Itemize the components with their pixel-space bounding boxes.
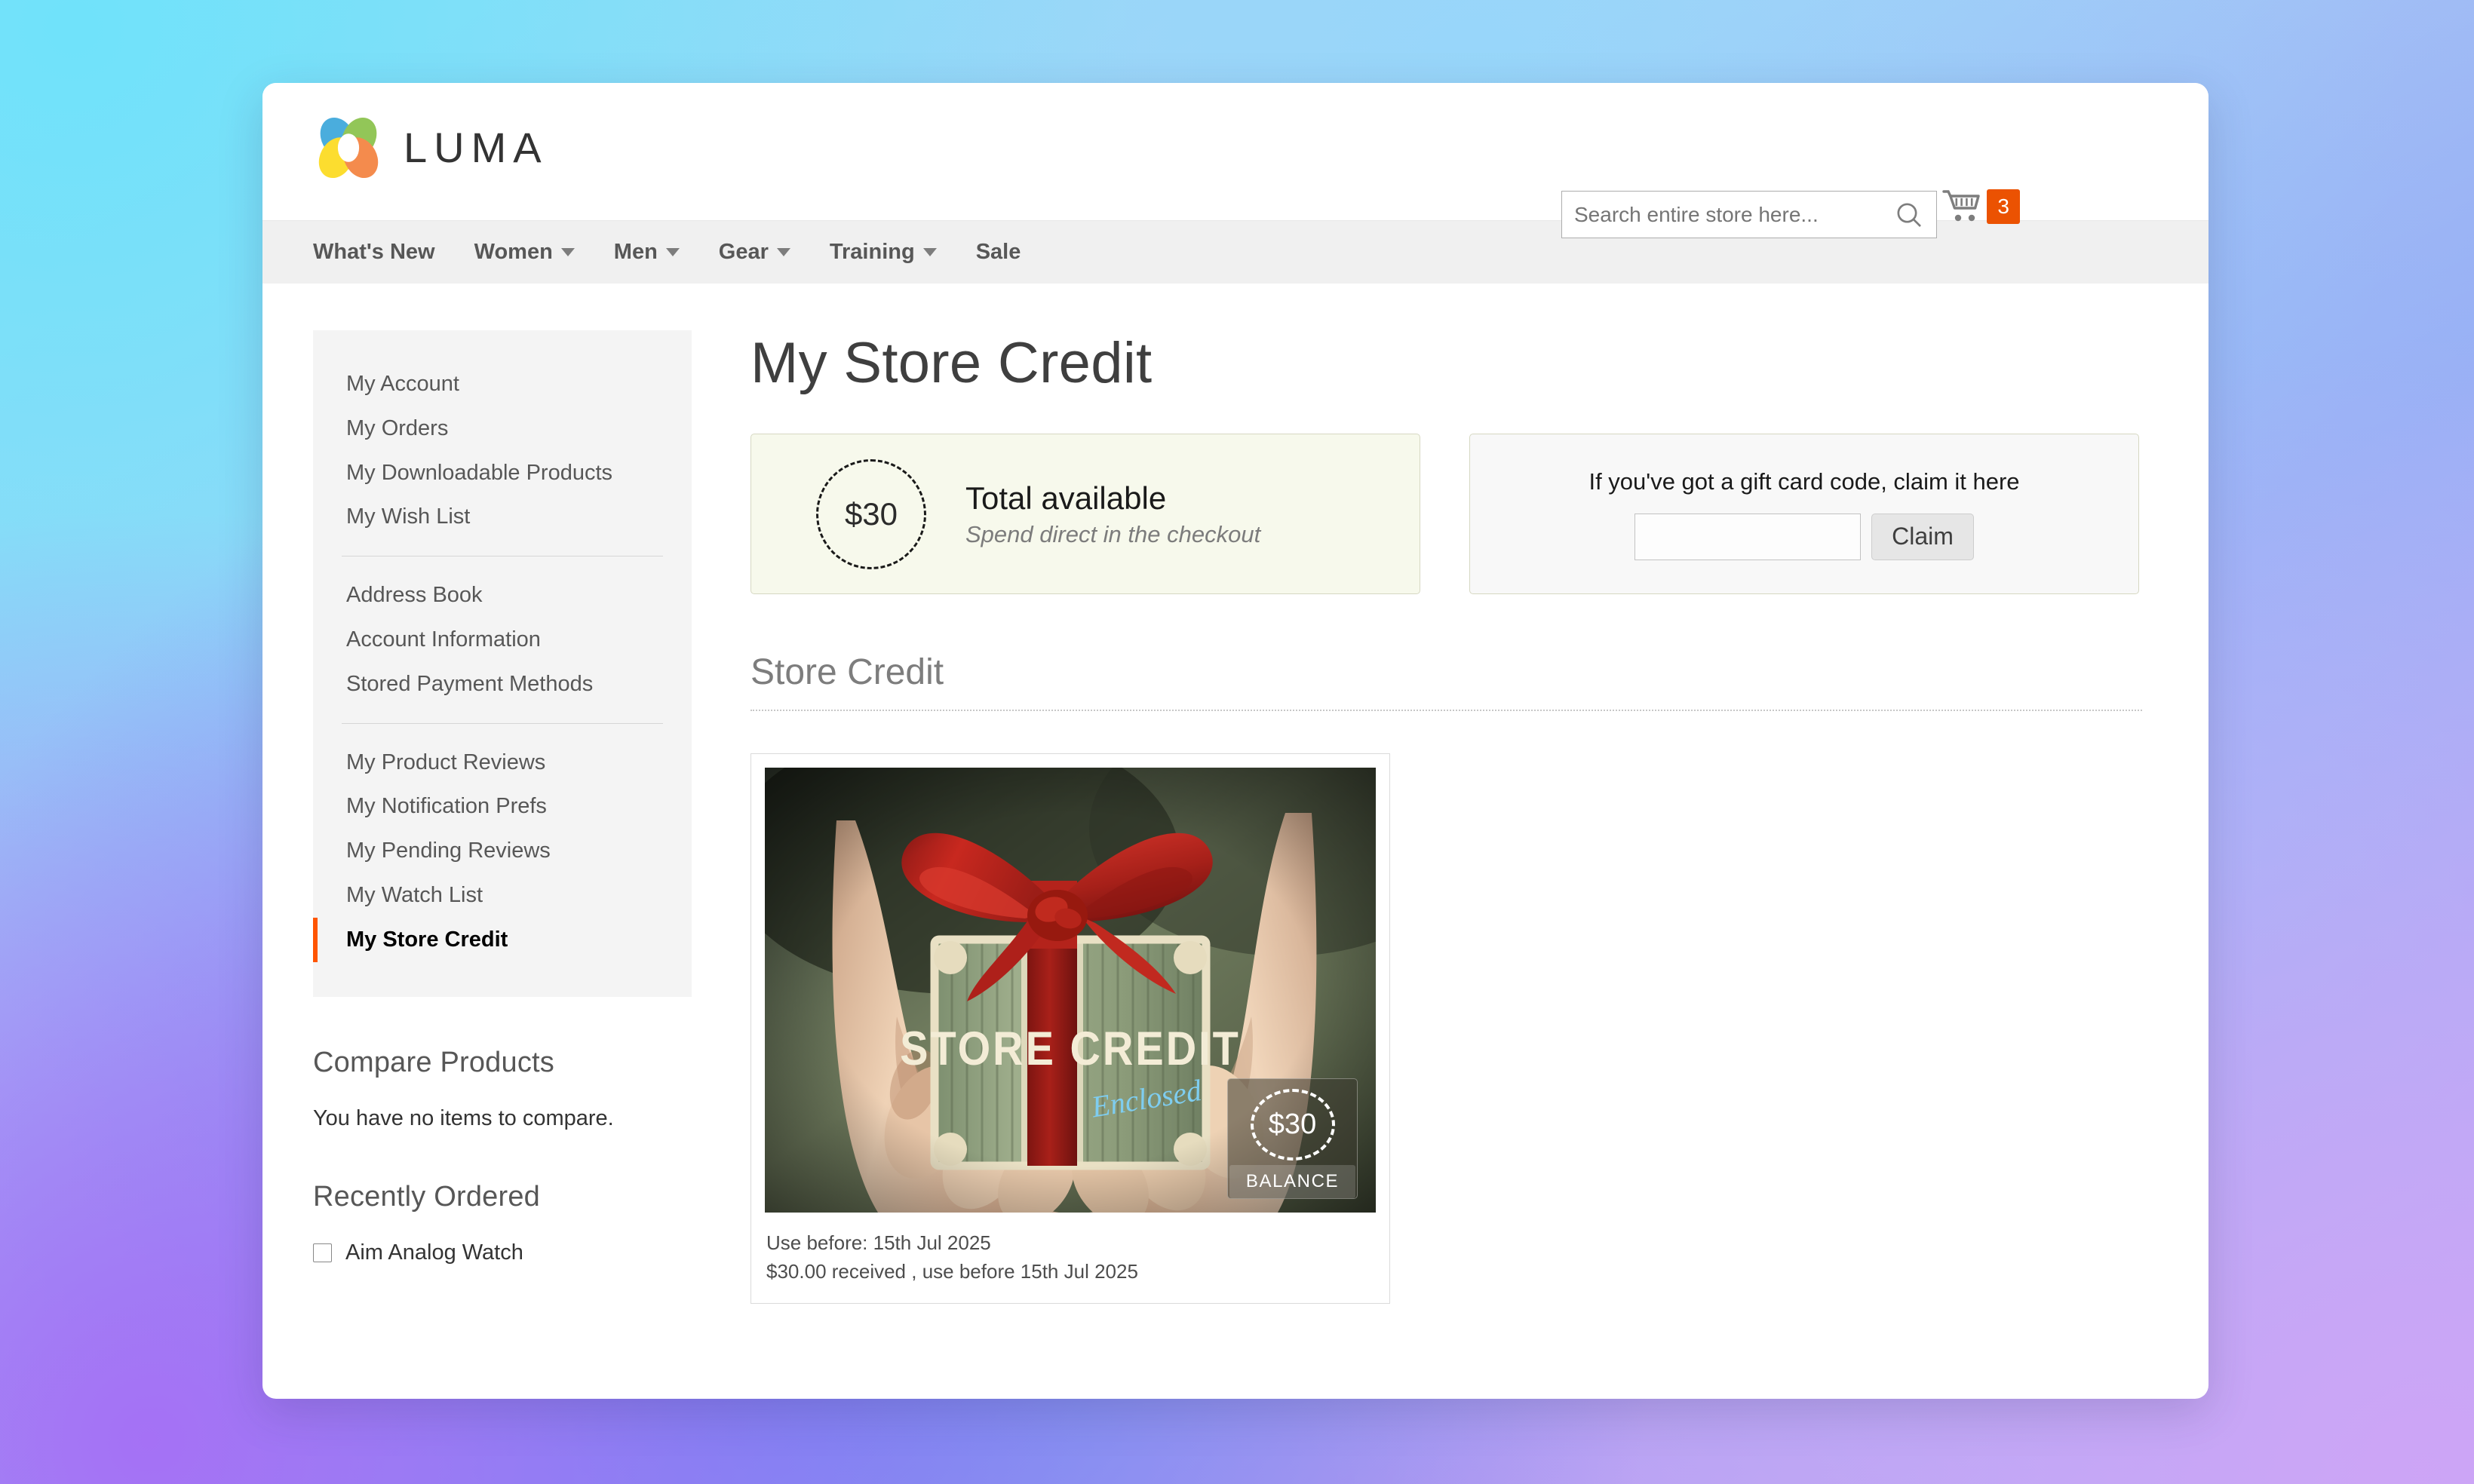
account-nav: My Account My Orders My Downloadable Pro… <box>313 330 692 997</box>
overlay-balance-label: BALANCE <box>1229 1165 1356 1198</box>
sidebar-item-my-account[interactable]: My Account <box>313 362 692 406</box>
nav-item-sale[interactable]: Sale <box>976 240 1021 265</box>
recently-ordered-item[interactable]: Aim Analog Watch <box>313 1240 692 1265</box>
account-sidebar: My Account My Orders My Downloadable Pro… <box>313 330 692 1304</box>
page-body: My Account My Orders My Downloadable Pro… <box>262 284 2208 1304</box>
balance-panel-subtitle: Spend direct in the checkout <box>965 520 1261 547</box>
luma-logo-icon <box>318 117 379 179</box>
nav-label: Sale <box>975 240 1021 264</box>
credit-item-meta: Use before: 15th Jul 2025 $30.00 receive… <box>765 1213 1376 1303</box>
site-header: LUMA 3 <box>262 83 2208 238</box>
recently-ordered-heading: Recently Ordered <box>313 1180 541 1213</box>
sidebar-item-my-downloadable-products[interactable]: My Downloadable Products <box>313 451 692 495</box>
search-icon[interactable] <box>1894 200 1924 230</box>
claim-gift-card-panel: If you've got a gift card code, claim it… <box>1469 434 2139 594</box>
balance-amount-badge: $30 <box>816 458 926 569</box>
sidebar-item-my-product-reviews[interactable]: My Product Reviews <box>313 740 692 785</box>
logo-wordmark: LUMA <box>404 124 548 171</box>
nav-label: Training <box>829 240 915 264</box>
nav-item-men[interactable]: Men <box>614 240 680 265</box>
balance-panel-title: Total available <box>965 480 1167 516</box>
nav-label: Men <box>613 240 658 264</box>
store-credit-item-card[interactable]: STORE CREDIT Enclosed $30 BALANCE Use be… <box>750 753 1390 1304</box>
claim-panel-label: If you've got a gift card code, claim it… <box>1588 468 2020 495</box>
nav-item-gear[interactable]: Gear <box>719 240 790 265</box>
sidebar-item-my-wish-list[interactable]: My Wish List <box>313 495 692 539</box>
nav-item-women[interactable]: Women <box>474 240 575 265</box>
claim-button[interactable]: Claim <box>1871 513 1974 560</box>
sidebar-item-my-store-credit[interactable]: My Store Credit <box>313 917 692 962</box>
compare-products-heading: Compare Products <box>313 1046 555 1078</box>
search-input[interactable] <box>1562 192 1894 238</box>
compare-products-empty-message: You have no items to compare. <box>313 1105 614 1130</box>
site-logo[interactable]: LUMA <box>313 112 548 184</box>
main-content: My Store Credit $30 Total available Spen… <box>692 330 2208 1304</box>
nav-item-whats-new[interactable]: What's New <box>313 240 435 265</box>
nav-label: Gear <box>718 240 769 264</box>
page-title: My Store Credit <box>750 331 1153 395</box>
sidebar-item-account-information[interactable]: Account Information <box>313 618 692 662</box>
chevron-down-icon <box>665 248 680 256</box>
chevron-down-icon <box>922 248 937 256</box>
store-credit-section-heading: Store Credit <box>750 652 2142 711</box>
nav-item-training[interactable]: Training <box>830 240 937 265</box>
search-box[interactable] <box>1561 191 1937 238</box>
cart-button[interactable]: 3 <box>1942 189 2020 225</box>
credit-use-before: Use before: 15th Jul 2025 <box>766 1231 991 1254</box>
sidebar-item-address-book[interactable]: Address Book <box>313 573 692 618</box>
nav-label: Women <box>474 240 553 264</box>
cart-count-badge: 3 <box>1987 189 2020 224</box>
sidebar-item-my-pending-reviews[interactable]: My Pending Reviews <box>313 829 692 873</box>
credit-received-line: $30.00 received , use before 15th Jul 20… <box>766 1259 1138 1283</box>
summary-panels: $30 Total available Spend direct in the … <box>750 434 2150 594</box>
gift-box-photo: STORE CREDIT Enclosed $30 BALANCE <box>765 768 1376 1213</box>
nav-label: What's New <box>313 240 435 264</box>
overlay-amount: $30 <box>1250 1089 1335 1161</box>
gift-card-code-input[interactable] <box>1634 513 1862 560</box>
recently-ordered-item-label: Aim Analog Watch <box>345 1240 523 1265</box>
total-available-panel: $30 Total available Spend direct in the … <box>750 434 1420 594</box>
shopping-cart-icon[interactable] <box>1942 189 1981 225</box>
sidebar-item-my-orders[interactable]: My Orders <box>313 406 692 451</box>
balance-overlay: $30 BALANCE <box>1227 1078 1358 1199</box>
checkbox-icon[interactable] <box>313 1243 332 1262</box>
chevron-down-icon <box>776 248 790 256</box>
sidebar-item-stored-payment-methods[interactable]: Stored Payment Methods <box>313 662 692 707</box>
chevron-down-icon <box>560 248 575 256</box>
sidebar-divider <box>342 722 663 724</box>
sidebar-item-my-notification-prefs[interactable]: My Notification Prefs <box>313 784 692 829</box>
sidebar-item-my-watch-list[interactable]: My Watch List <box>313 873 692 918</box>
browser-window: LUMA 3 What's New <box>262 83 2208 1399</box>
